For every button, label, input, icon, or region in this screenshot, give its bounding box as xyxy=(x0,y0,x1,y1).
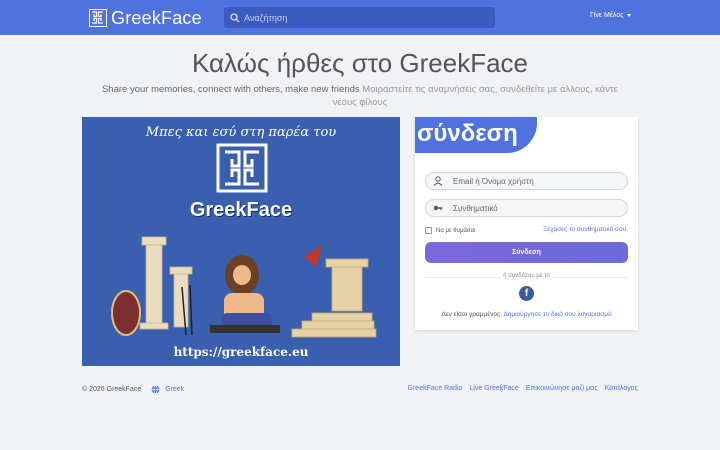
logo-text: GreekFace xyxy=(111,7,202,28)
login-title: σύνδεση xyxy=(417,120,518,147)
language-label: Greek xyxy=(165,386,185,393)
become-member-label: Γίνε Μέλος xyxy=(590,12,624,19)
remember-me-checkbox[interactable] xyxy=(425,227,432,234)
top-navbar: GreekFace Γίνε Μέλος xyxy=(0,0,720,35)
login-card: σύνδεση Να με θυμάσαι Ξέχασες το συνθημα… xyxy=(415,117,638,330)
password-field[interactable] xyxy=(425,199,628,217)
caret-down-icon xyxy=(626,14,631,17)
username-field[interactable] xyxy=(425,172,628,190)
signup-prompt: Δεν είσαι γραμμένος; Δημιούργησε το δικό… xyxy=(415,311,638,318)
search-input[interactable] xyxy=(244,12,484,23)
greek-key-icon xyxy=(89,9,107,27)
become-member-dropdown[interactable]: Γίνε Μέλος xyxy=(590,12,631,19)
subtitle-english: Share your memories, connect with others… xyxy=(101,84,360,95)
login-button[interactable]: Σύνδεση xyxy=(425,242,628,263)
password-input[interactable] xyxy=(453,203,623,213)
username-input[interactable] xyxy=(453,176,623,186)
key-icon xyxy=(433,205,443,211)
banner-greek-key-logo xyxy=(111,143,377,338)
footer-link-radio[interactable]: GreekFace Radio xyxy=(408,385,463,392)
divider-line-right xyxy=(553,277,628,278)
remember-me-label: Να με θυμάσαι xyxy=(436,227,476,234)
logo[interactable]: GreekFace xyxy=(89,8,202,28)
user-icon xyxy=(433,176,443,186)
forgot-password-link[interactable]: Ξέχασες το συνθηματικό σου; xyxy=(543,226,628,233)
page-subtitle: Share your memories, connect with others… xyxy=(90,83,630,109)
page-title: Καλώς ήρθες στο GreekFace xyxy=(191,48,528,78)
promo-banner: Μπες και εσύ στη παρέα του GreekFace htt… xyxy=(82,117,400,366)
footer-left: © 2026 GreekFace Greek xyxy=(82,385,184,394)
social-login-divider: ή συνδέσου με το xyxy=(425,273,628,281)
search-bar[interactable] xyxy=(224,7,495,28)
footer-link-live[interactable]: Live GreekFace xyxy=(469,385,518,392)
remember-me[interactable]: Να με θυμάσαι xyxy=(425,227,475,234)
facebook-login-icon[interactable]: f xyxy=(519,286,534,301)
social-login-label: ή συνδέσου με το xyxy=(503,273,550,279)
footer-link-catalog[interactable]: Κατάλογος xyxy=(605,385,638,392)
search-icon xyxy=(230,12,240,22)
no-account-text: Δεν είσαι γραμμένος; xyxy=(441,311,502,318)
footer-links: GreekFace Radio Live GreekFace Επικοινών… xyxy=(408,385,638,392)
globe-icon xyxy=(151,385,160,394)
subtitle-greek: Μοιραστείτε τις αναμνήσεις σας, συνδεθεί… xyxy=(332,84,619,108)
banner-brand-name: GreekFace xyxy=(189,199,293,221)
footer-link-contact[interactable]: Επικοινώνησε μαζί μας xyxy=(526,385,598,392)
language-selector[interactable]: Greek xyxy=(151,385,184,394)
create-account-link[interactable]: Δημιούργησε το δικό σου λογαριασμό xyxy=(503,311,611,318)
banner-url: https://greekface.eu xyxy=(173,345,309,359)
copyright: © 2026 GreekFace xyxy=(82,386,142,393)
login-title-tab: σύνδεση xyxy=(415,117,537,153)
